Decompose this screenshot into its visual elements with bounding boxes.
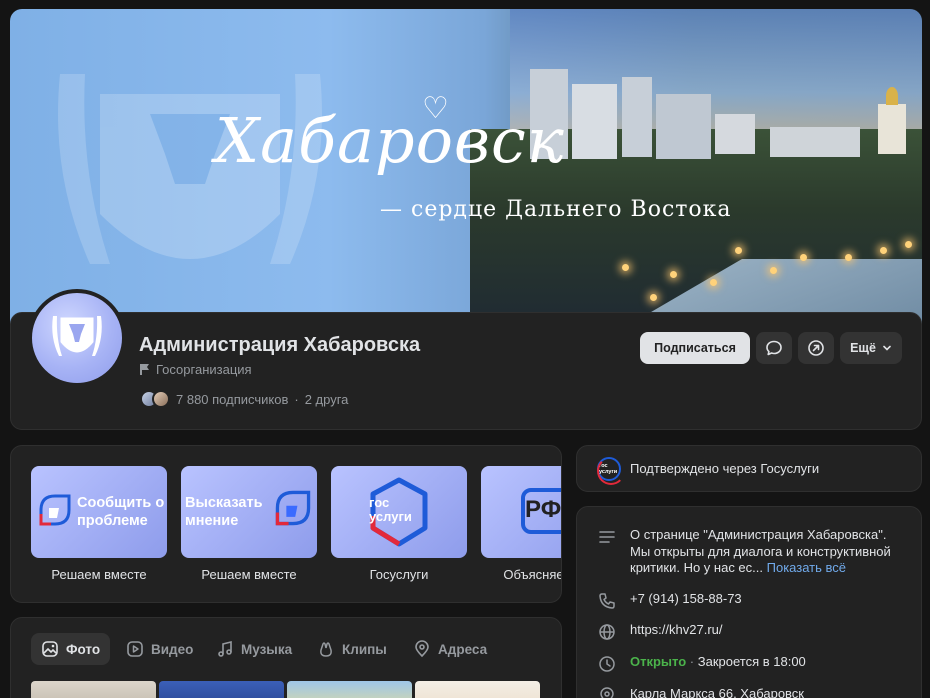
- widget-image: гос услуги: [331, 466, 467, 558]
- music-icon: [218, 640, 232, 657]
- subscribers-row[interactable]: 7 880 подписчиков · 2 друга: [140, 390, 348, 408]
- more-button[interactable]: Ещё: [840, 332, 902, 364]
- media-card: Фото Видео Музыка Клипы Адреса: [10, 617, 562, 698]
- share-icon: [808, 340, 824, 356]
- photo-thumbnail[interactable]: [31, 681, 156, 698]
- photo-thumbnail[interactable]: [287, 681, 412, 698]
- closing-time: Закроется в 18:00: [697, 654, 806, 669]
- tab-label: Клипы: [342, 641, 387, 657]
- friend-avatar: [152, 390, 170, 408]
- cover-image: ♡ Хабаровск — сердце Дальнего Востока: [10, 9, 922, 329]
- share-button[interactable]: [798, 332, 834, 364]
- category-label: Госорганизация: [156, 362, 252, 377]
- widget-image: Высказать мнение: [181, 466, 317, 558]
- photo-thumbnail[interactable]: [159, 681, 284, 698]
- widget-image: Сообщить о проблеме: [31, 466, 167, 558]
- widget-tile[interactable]: РФ Объясняем.РФ: [481, 466, 562, 582]
- message-button[interactable]: [756, 332, 792, 364]
- emblem-icon: [52, 316, 102, 356]
- subscribers-count[interactable]: 7 880 подписчиков: [176, 392, 288, 407]
- location-icon: [597, 686, 617, 698]
- about-description-row: О странице "Администрация Хабаровска". М…: [597, 527, 907, 577]
- location-icon: [415, 640, 429, 658]
- tab-label: Адреса: [438, 641, 488, 657]
- video-icon: [127, 641, 143, 657]
- widget-label: Госуслуги: [369, 567, 429, 582]
- tab-clips[interactable]: Клипы: [307, 633, 397, 665]
- apps-widget: Сообщить о проблеме Решаем вместе Высказ…: [10, 445, 562, 603]
- photo-thumbnail[interactable]: [415, 681, 540, 698]
- phone-link[interactable]: +7 (914) 158-88-73: [630, 591, 742, 611]
- widget-image-text: Сообщить о проблеме: [77, 495, 165, 529]
- globe-icon: [597, 622, 617, 642]
- thumbs-up-icon: [275, 490, 311, 526]
- show-all-link[interactable]: Показать всё: [767, 560, 846, 575]
- widget-label: Решаем вместе: [201, 567, 297, 582]
- tab-label: Музыка: [241, 641, 293, 657]
- phone-icon: [597, 591, 617, 611]
- cover-title: Хабаровск: [215, 104, 565, 177]
- website-link[interactable]: https://khv27.ru/: [630, 622, 723, 642]
- open-status: Открыто: [630, 654, 687, 669]
- widget-tile[interactable]: Высказать мнение Решаем вместе: [181, 466, 317, 582]
- widget-tile[interactable]: Сообщить о проблеме Решаем вместе: [31, 466, 167, 582]
- tab-addresses[interactable]: Адреса: [403, 633, 497, 665]
- tab-music[interactable]: Музыка: [206, 633, 302, 665]
- menu-icon: [597, 527, 617, 547]
- clock-icon: [597, 654, 617, 674]
- cover-subtitle: — сердце Дальнего Востока: [380, 197, 732, 222]
- more-label: Ещё: [850, 341, 876, 355]
- page-title: Администрация Хабаровска: [139, 334, 421, 356]
- hours-row[interactable]: Открыто · Закроется в 18:00: [597, 654, 806, 674]
- community-avatar[interactable]: [28, 289, 126, 387]
- friends-count[interactable]: 2 друга: [305, 392, 349, 407]
- address-link[interactable]: Карла Маркса 66, Хабаровск: [630, 686, 804, 698]
- verified-banner[interactable]: гос услуги Подтверждено через Госуслуги: [576, 445, 922, 492]
- widget-label: Объясняем.РФ: [503, 567, 561, 582]
- widget-image: РФ: [481, 466, 562, 558]
- address-row: Карла Маркса 66, Хабаровск: [597, 686, 804, 698]
- tab-label: Фото: [66, 641, 101, 657]
- gosuslugi-icon: гос услуги: [597, 456, 625, 485]
- phone-row: +7 (914) 158-88-73: [597, 591, 742, 611]
- tab-video[interactable]: Видео: [116, 633, 203, 665]
- widget-tile[interactable]: гос услуги Госуслуги: [331, 466, 467, 582]
- photo-icon: [42, 641, 58, 657]
- tab-photo[interactable]: Фото: [31, 633, 111, 665]
- widget-image-text: РФ: [525, 496, 562, 523]
- flag-icon: [140, 364, 149, 375]
- about-description: О странице "Администрация Хабаровска". М…: [630, 527, 891, 575]
- website-row: https://khv27.ru/: [597, 622, 723, 642]
- clips-icon: [320, 642, 332, 657]
- thumbs-up-icon: [39, 494, 71, 526]
- community-category: Госорганизация: [140, 362, 252, 377]
- widget-label: Решаем вместе: [51, 567, 147, 582]
- subscribe-button[interactable]: Подписаться: [640, 332, 750, 364]
- tab-label: Видео: [151, 641, 194, 657]
- chevron-down-icon: [883, 345, 891, 351]
- chat-icon: [766, 340, 782, 356]
- widget-image-text: гос услуги: [369, 495, 412, 524]
- verified-text: Подтверждено через Госуслуги: [630, 461, 820, 476]
- about-card: О странице "Администрация Хабаровска". М…: [576, 506, 922, 698]
